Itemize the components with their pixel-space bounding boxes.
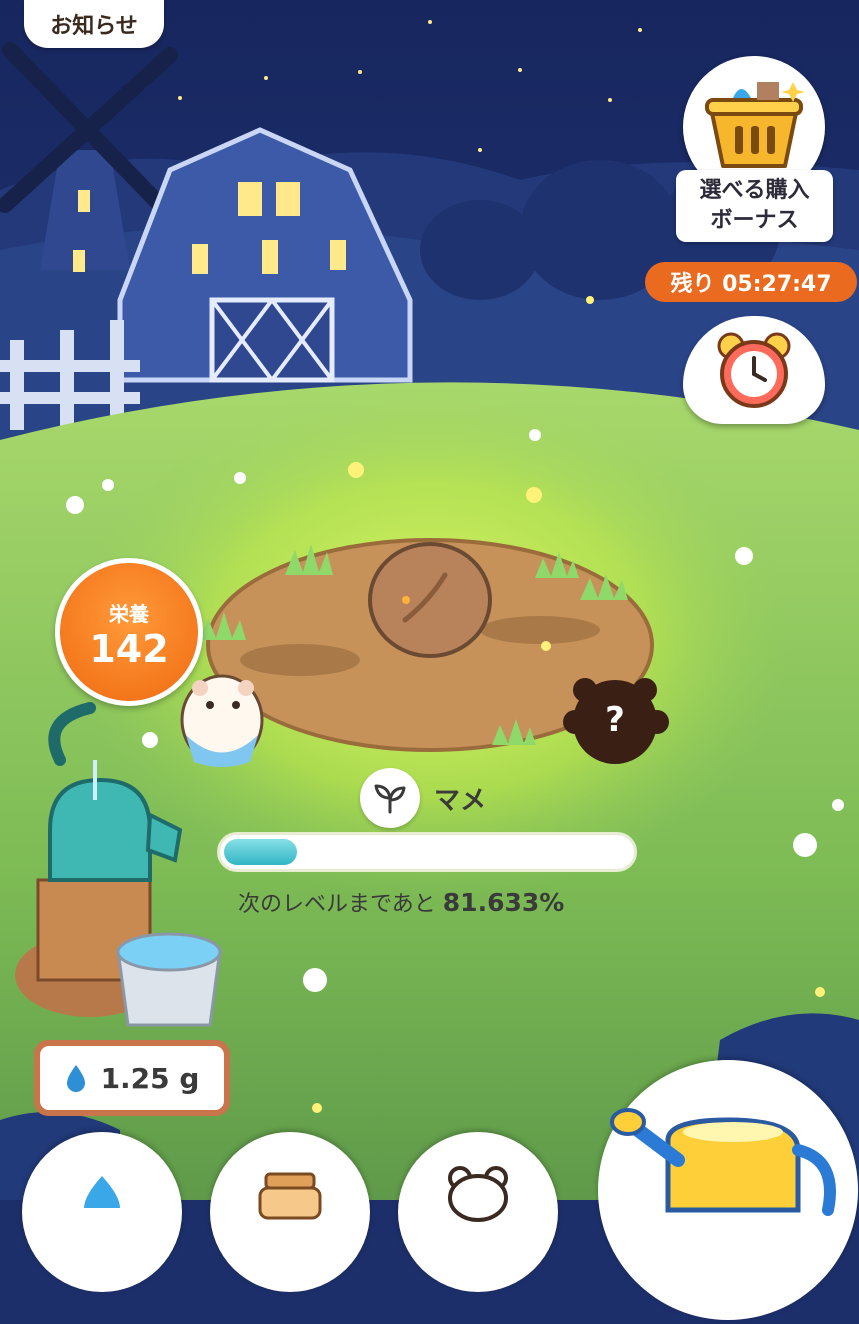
bear-icon: [448, 1166, 508, 1222]
level-progress-fill: [224, 839, 297, 865]
bottom-jar-button[interactable]: [210, 1132, 370, 1292]
watering-can-icon: [610, 1108, 836, 1216]
plant-name: マメ: [434, 785, 487, 816]
level-progress-bar: [217, 832, 637, 872]
bottom-bear-button[interactable]: [398, 1132, 558, 1292]
nutrition-value: 142: [89, 626, 169, 671]
nutrition-label: 栄養: [109, 601, 149, 626]
hamster-character: [180, 674, 264, 767]
jar-icon: [258, 1172, 322, 1220]
water-amount-value: 1.25 g: [100, 1061, 200, 1095]
timer-button[interactable]: [683, 316, 825, 424]
water-drop-icon: [66, 1065, 85, 1092]
bonus-label-line1: 選べる購入: [699, 178, 810, 203]
bottom-water-button[interactable]: [22, 1132, 182, 1292]
bonus-label-line2: ボーナス: [710, 208, 799, 233]
notice-button[interactable]: お知らせ: [24, 0, 164, 48]
water-drop-icon: [84, 1176, 120, 1208]
water-bucket: [116, 932, 222, 1027]
remaining-time-badge: 残り 05:27:47: [645, 262, 857, 302]
alarm-clock-icon: [717, 332, 791, 408]
level-progress-prefix: 次のレベルまであと: [238, 892, 436, 917]
nutrition-badge: 栄養 142: [55, 558, 203, 706]
mystery-character-label: ?: [605, 700, 625, 740]
level-progress-text: 次のレベルまであと 81.633%: [238, 886, 564, 918]
plant-name-row: マメ: [360, 768, 486, 828]
purchase-bonus-label[interactable]: 選べる購入 ボーナス: [676, 170, 833, 242]
sprout-icon: [360, 768, 420, 828]
level-progress-percent: 81.633%: [442, 888, 565, 917]
water-amount-box: 1.25 g: [34, 1040, 230, 1116]
bean-seed-icon: [368, 542, 492, 658]
watering-can-button[interactable]: [598, 1060, 858, 1320]
